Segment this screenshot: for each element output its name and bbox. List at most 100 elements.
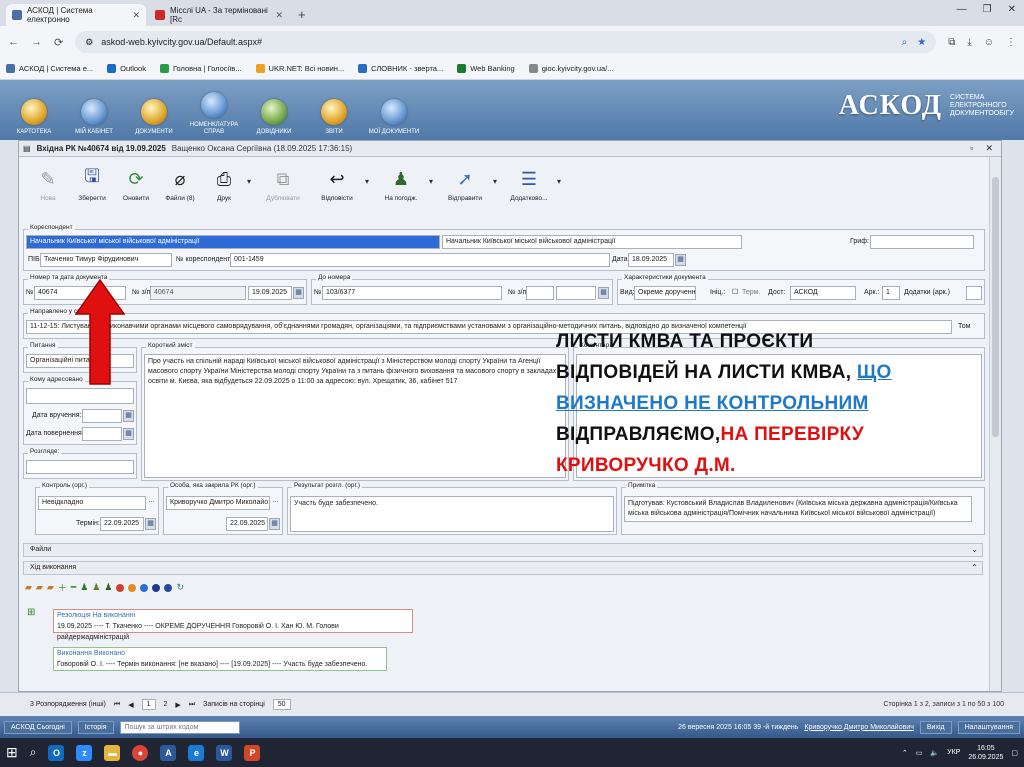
- word-app-icon[interactable]: W: [216, 744, 233, 761]
- user-dark-icon[interactable]: ♟: [104, 582, 112, 593]
- calendar-icon[interactable]: ▦: [123, 428, 134, 440]
- result-textarea[interactable]: Участь буде забезпечено.: [290, 496, 614, 532]
- module-kartoteka[interactable]: КАРТОТЕКА: [4, 84, 64, 140]
- dropdown-arrow-icon[interactable]: ▾: [247, 163, 255, 186]
- page-1-button[interactable]: 1: [141, 699, 156, 710]
- note-textarea[interactable]: Підготував: Кустовський Владислав Владил…: [624, 496, 972, 522]
- ark-field[interactable]: 1: [882, 286, 900, 300]
- calendar-icon[interactable]: ▦: [598, 287, 609, 299]
- bookmark-item[interactable]: Web Banking: [457, 64, 515, 73]
- tree-expand-icon[interactable]: ⊞: [27, 607, 35, 618]
- notifications-icon[interactable]: ▢: [1011, 749, 1018, 757]
- download-icon[interactable]: ⤓: [967, 37, 971, 48]
- term-date-field[interactable]: 22.09.2025: [100, 517, 144, 531]
- closer-field[interactable]: Криворучко Дмитро Миколайо: [166, 496, 270, 510]
- next-page-icon[interactable]: ▶: [175, 701, 180, 709]
- bookmark-item[interactable]: Головна | Голосіїв...: [159, 64, 242, 73]
- close-document-icon[interactable]: ✕: [985, 143, 993, 154]
- extensions-icon[interactable]: ⧉: [948, 37, 955, 48]
- first-page-icon[interactable]: ⏮: [114, 701, 120, 709]
- minus-icon[interactable]: ━: [71, 582, 76, 593]
- askod-today-button[interactable]: АСКОД Сьогодні: [4, 720, 72, 734]
- folder-remove-icon[interactable]: ▰: [47, 582, 54, 593]
- module-references[interactable]: ДОВІДНИКИ: [244, 84, 304, 140]
- term-checkbox[interactable]: ☐: [732, 288, 738, 296]
- reload-icon[interactable]: ⟳: [54, 36, 63, 49]
- zoom-icon[interactable]: ⌕: [902, 37, 908, 48]
- module-nomenclature[interactable]: НОМЕНКЛАТУРА СПРАВ: [184, 84, 244, 140]
- review-field[interactable]: [26, 460, 134, 474]
- to-number-field[interactable]: 103/6377: [322, 286, 502, 300]
- module-my-documents[interactable]: МОЇ ДОКУМЕНТИ: [364, 84, 424, 140]
- barcode-search-input[interactable]: Пошук за штрих кодом: [119, 720, 240, 734]
- correspondent-org-field[interactable]: Начальник Київської міської військової а…: [26, 235, 440, 249]
- refresh-button[interactable]: ⟳ Оновити: [115, 163, 157, 203]
- browser-tab-askod[interactable]: АСКОД | Система електронно ✕: [6, 4, 146, 26]
- reply-button[interactable]: ↩ Відповісти: [311, 163, 363, 203]
- tray-chevron-icon[interactable]: ⌃: [902, 749, 908, 757]
- forward-icon[interactable]: →: [31, 36, 42, 48]
- search-icon[interactable]: ⌕: [30, 745, 37, 760]
- folder-add-icon[interactable]: ▰: [25, 582, 32, 593]
- language-indicator[interactable]: УКР: [947, 749, 960, 756]
- bookmark-item[interactable]: gioc.kyivcity.gov.ua/...: [528, 64, 614, 73]
- bookmark-item[interactable]: СЛОВНИК - зверта...: [358, 64, 443, 73]
- last-page-icon[interactable]: ⏭: [189, 701, 195, 709]
- closer-date-field[interactable]: 22.09.2025: [226, 517, 268, 531]
- correspondent-org-display[interactable]: Начальник Київської міської військової а…: [442, 235, 742, 249]
- print-button[interactable]: ⎙ Друк: [203, 163, 245, 203]
- attachments-field[interactable]: [966, 286, 982, 300]
- minimize-icon[interactable]: —: [957, 4, 967, 15]
- calendar-icon[interactable]: ▦: [145, 518, 156, 530]
- profile-icon[interactable]: ☺: [984, 37, 994, 48]
- status-orange-icon[interactable]: [128, 583, 137, 592]
- close-tab-icon[interactable]: ✕: [132, 10, 140, 21]
- new-button[interactable]: ✎ Нова: [27, 163, 69, 203]
- save-button[interactable]: 🖫 Зберегти: [71, 163, 113, 202]
- dropdown-arrow-icon[interactable]: ▾: [429, 163, 437, 186]
- ellipsis-icon[interactable]: …: [148, 497, 155, 504]
- network-icon[interactable]: ▭: [916, 749, 923, 757]
- date-returned-field[interactable]: [82, 427, 122, 441]
- grif-field[interactable]: [870, 235, 974, 249]
- page-2-button[interactable]: 2: [164, 701, 168, 708]
- files-button[interactable]: ⌀ Файли (8): [159, 163, 201, 203]
- menu-icon[interactable]: ⋮: [1006, 37, 1016, 48]
- per-page-select[interactable]: 50: [272, 699, 291, 710]
- execution-entry[interactable]: Виконання Виконано Говоровій О. І. ---- …: [53, 647, 387, 671]
- module-my-cabinet[interactable]: МІЙ КАБІНЕТ: [64, 84, 124, 140]
- vid-select[interactable]: Окреме доручення: [634, 286, 696, 300]
- user-olive-icon[interactable]: ♟: [92, 582, 100, 593]
- refresh-history-icon[interactable]: ↻: [176, 582, 184, 593]
- more-button[interactable]: ☰ Додатково...: [503, 163, 555, 203]
- addressed-field[interactable]: [26, 388, 134, 404]
- files-panel-header[interactable]: Файли ⌄: [23, 543, 983, 557]
- back-icon[interactable]: ←: [8, 36, 19, 48]
- dropdown-arrow-icon[interactable]: ▾: [365, 163, 373, 186]
- chrome-app-icon[interactable]: ●: [132, 744, 149, 761]
- url-input[interactable]: ⚙ askod-web.kyivcity.gov.ua/Default.aspx…: [75, 31, 937, 53]
- edge-app-icon[interactable]: e: [188, 744, 205, 761]
- correspondent-number-field[interactable]: 001-1459: [230, 253, 610, 267]
- zoom-app-icon[interactable]: z: [76, 744, 93, 761]
- folder-edit-icon[interactable]: ▰: [36, 582, 43, 593]
- calendar-icon[interactable]: ▦: [123, 410, 134, 422]
- powerpoint-app-icon[interactable]: P: [244, 744, 261, 761]
- send-button[interactable]: ➚ Відправити: [439, 163, 491, 203]
- site-info-icon[interactable]: ⚙: [85, 37, 93, 48]
- to-zp-field[interactable]: [526, 286, 554, 300]
- to-date-field[interactable]: [556, 286, 596, 300]
- status-navy-icon[interactable]: [152, 583, 161, 592]
- module-documents[interactable]: ДОКУМЕНТИ: [124, 84, 184, 140]
- chevron-down-icon[interactable]: ⌄: [971, 545, 978, 554]
- new-tab-icon[interactable]: +: [292, 7, 312, 26]
- number-date-field[interactable]: 19.09.2025: [248, 286, 292, 300]
- control-field[interactable]: Невідкладно: [38, 496, 146, 510]
- explorer-app-icon[interactable]: ▬: [104, 744, 121, 761]
- bookmark-star-icon[interactable]: ★: [917, 37, 926, 48]
- duplicate-button[interactable]: ⧉ Дублювати: [257, 163, 309, 203]
- askod-app-icon[interactable]: A: [160, 744, 177, 761]
- calendar-icon[interactable]: ▦: [269, 518, 280, 530]
- prev-page-icon[interactable]: ◀: [128, 701, 133, 709]
- approval-button[interactable]: ♟ На погодж.: [375, 163, 427, 203]
